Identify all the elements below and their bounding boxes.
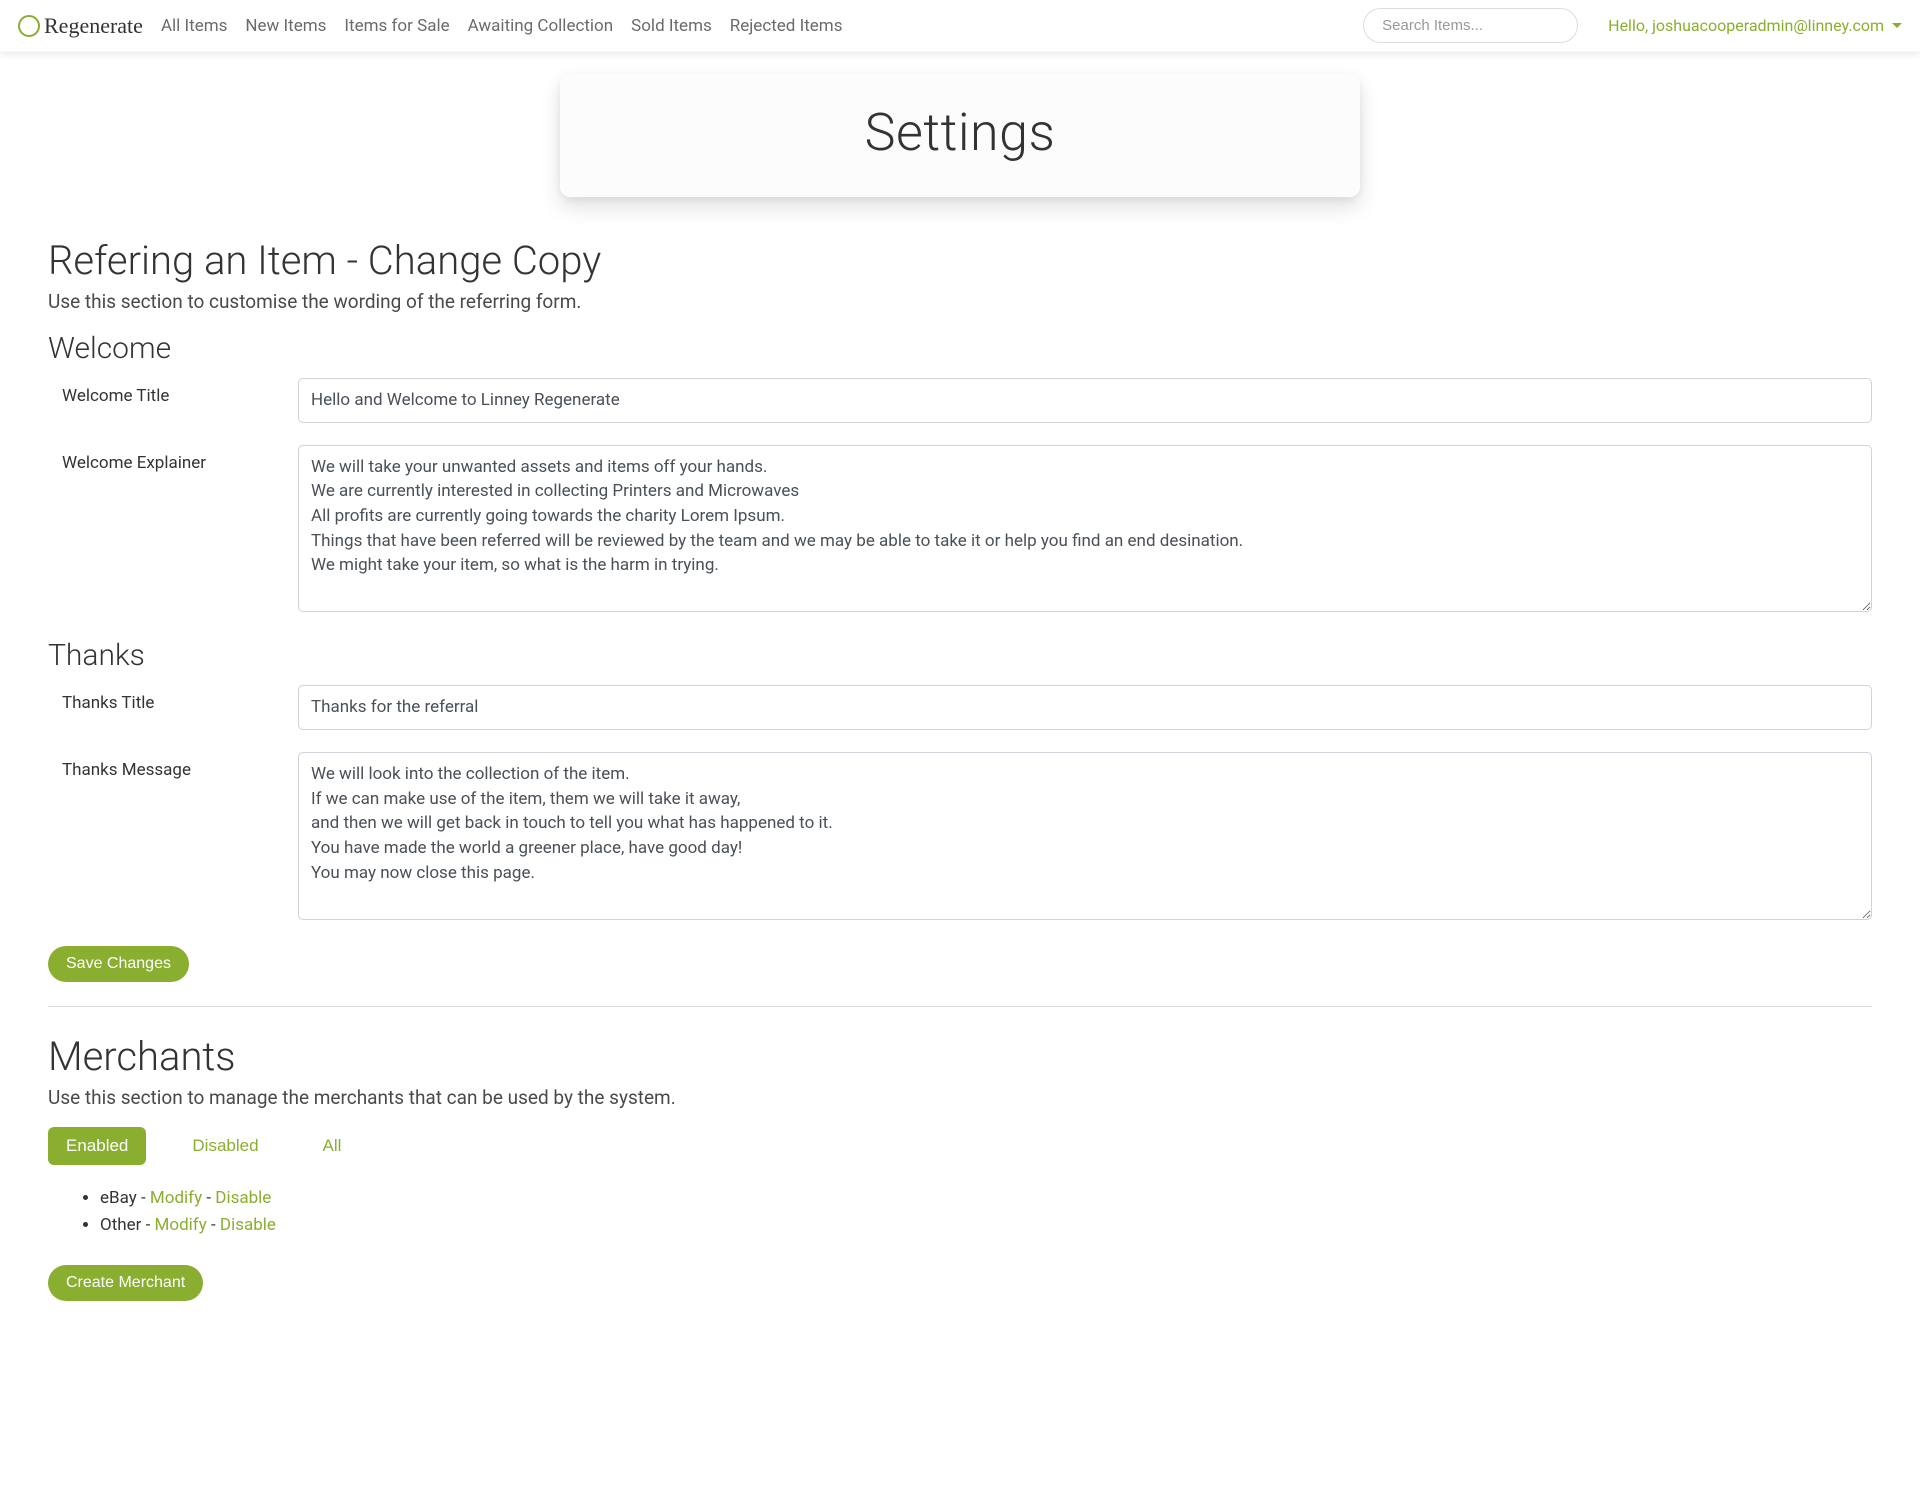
chevron-down-icon bbox=[1892, 23, 1902, 28]
nav-links: All Items New Items Items for Sale Await… bbox=[161, 16, 843, 36]
merchant-disable-link[interactable]: Disable bbox=[220, 1215, 276, 1235]
nav-items-for-sale[interactable]: Items for Sale bbox=[344, 16, 449, 36]
section-divider bbox=[48, 1006, 1872, 1007]
thanks-title-row: Thanks Title bbox=[48, 685, 1872, 730]
welcome-explainer-textarea[interactable] bbox=[298, 445, 1872, 613]
nav-all-items[interactable]: All Items bbox=[161, 16, 227, 36]
thanks-title-label: Thanks Title bbox=[48, 685, 298, 730]
refer-section-desc: Use this section to customise the wordin… bbox=[48, 290, 1872, 313]
filter-all[interactable]: All bbox=[305, 1127, 360, 1165]
merchant-modify-link[interactable]: Modify bbox=[155, 1215, 207, 1235]
regenerate-circle-icon bbox=[18, 15, 40, 37]
nav-right: Hello, joshuacooperadmin@linney.com bbox=[1363, 8, 1902, 43]
save-changes-button[interactable]: Save Changes bbox=[48, 946, 189, 982]
nav-awaiting-collection[interactable]: Awaiting Collection bbox=[468, 16, 614, 36]
welcome-heading: Welcome bbox=[48, 331, 1872, 366]
merchants-section-title: Merchants bbox=[48, 1033, 1872, 1080]
nav-rejected-items[interactable]: Rejected Items bbox=[730, 16, 843, 36]
create-merchant-button[interactable]: Create Merchant bbox=[48, 1265, 203, 1301]
merchant-modify-link[interactable]: Modify bbox=[150, 1188, 202, 1208]
merchant-filter-tabs: Enabled Disabled All bbox=[48, 1127, 1872, 1165]
merchant-disable-link[interactable]: Disable bbox=[215, 1188, 271, 1208]
merchant-list: eBay - Modify - Disable Other - Modify -… bbox=[48, 1185, 1872, 1239]
filter-disabled[interactable]: Disabled bbox=[174, 1127, 276, 1165]
thanks-heading: Thanks bbox=[48, 638, 1872, 673]
brand-logo[interactable]: Regenerate bbox=[18, 13, 143, 39]
brand-name: Regenerate bbox=[44, 13, 143, 39]
user-greeting: Hello, joshuacooperadmin@linney.com bbox=[1608, 16, 1884, 35]
thanks-title-input[interactable] bbox=[298, 685, 1872, 730]
merchant-name: Other bbox=[100, 1215, 141, 1235]
filter-enabled[interactable]: Enabled bbox=[48, 1127, 146, 1165]
merchant-name: eBay bbox=[100, 1188, 137, 1208]
welcome-title-label: Welcome Title bbox=[48, 378, 298, 423]
thanks-message-row: Thanks Message bbox=[48, 752, 1872, 924]
merchants-section-desc: Use this section to manage the merchants… bbox=[48, 1086, 1872, 1109]
top-navbar: Regenerate All Items New Items Items for… bbox=[0, 0, 1920, 52]
user-menu[interactable]: Hello, joshuacooperadmin@linney.com bbox=[1608, 16, 1902, 35]
welcome-explainer-label: Welcome Explainer bbox=[48, 445, 298, 617]
search-input[interactable] bbox=[1363, 8, 1578, 43]
refer-section-title: Refering an Item - Change Copy bbox=[48, 237, 1872, 284]
merchant-list-item: eBay - Modify - Disable bbox=[100, 1185, 1872, 1212]
merchant-list-item: Other - Modify - Disable bbox=[100, 1212, 1872, 1239]
thanks-message-textarea[interactable] bbox=[298, 752, 1872, 920]
main-content: Refering an Item - Change Copy Use this … bbox=[0, 237, 1920, 1361]
nav-new-items[interactable]: New Items bbox=[245, 16, 326, 36]
thanks-message-label: Thanks Message bbox=[48, 752, 298, 924]
page-title-card: Settings bbox=[560, 74, 1360, 197]
nav-sold-items[interactable]: Sold Items bbox=[631, 16, 712, 36]
welcome-explainer-row: Welcome Explainer bbox=[48, 445, 1872, 617]
welcome-title-input[interactable] bbox=[298, 378, 1872, 423]
page-title: Settings bbox=[560, 102, 1360, 163]
welcome-title-row: Welcome Title bbox=[48, 378, 1872, 423]
